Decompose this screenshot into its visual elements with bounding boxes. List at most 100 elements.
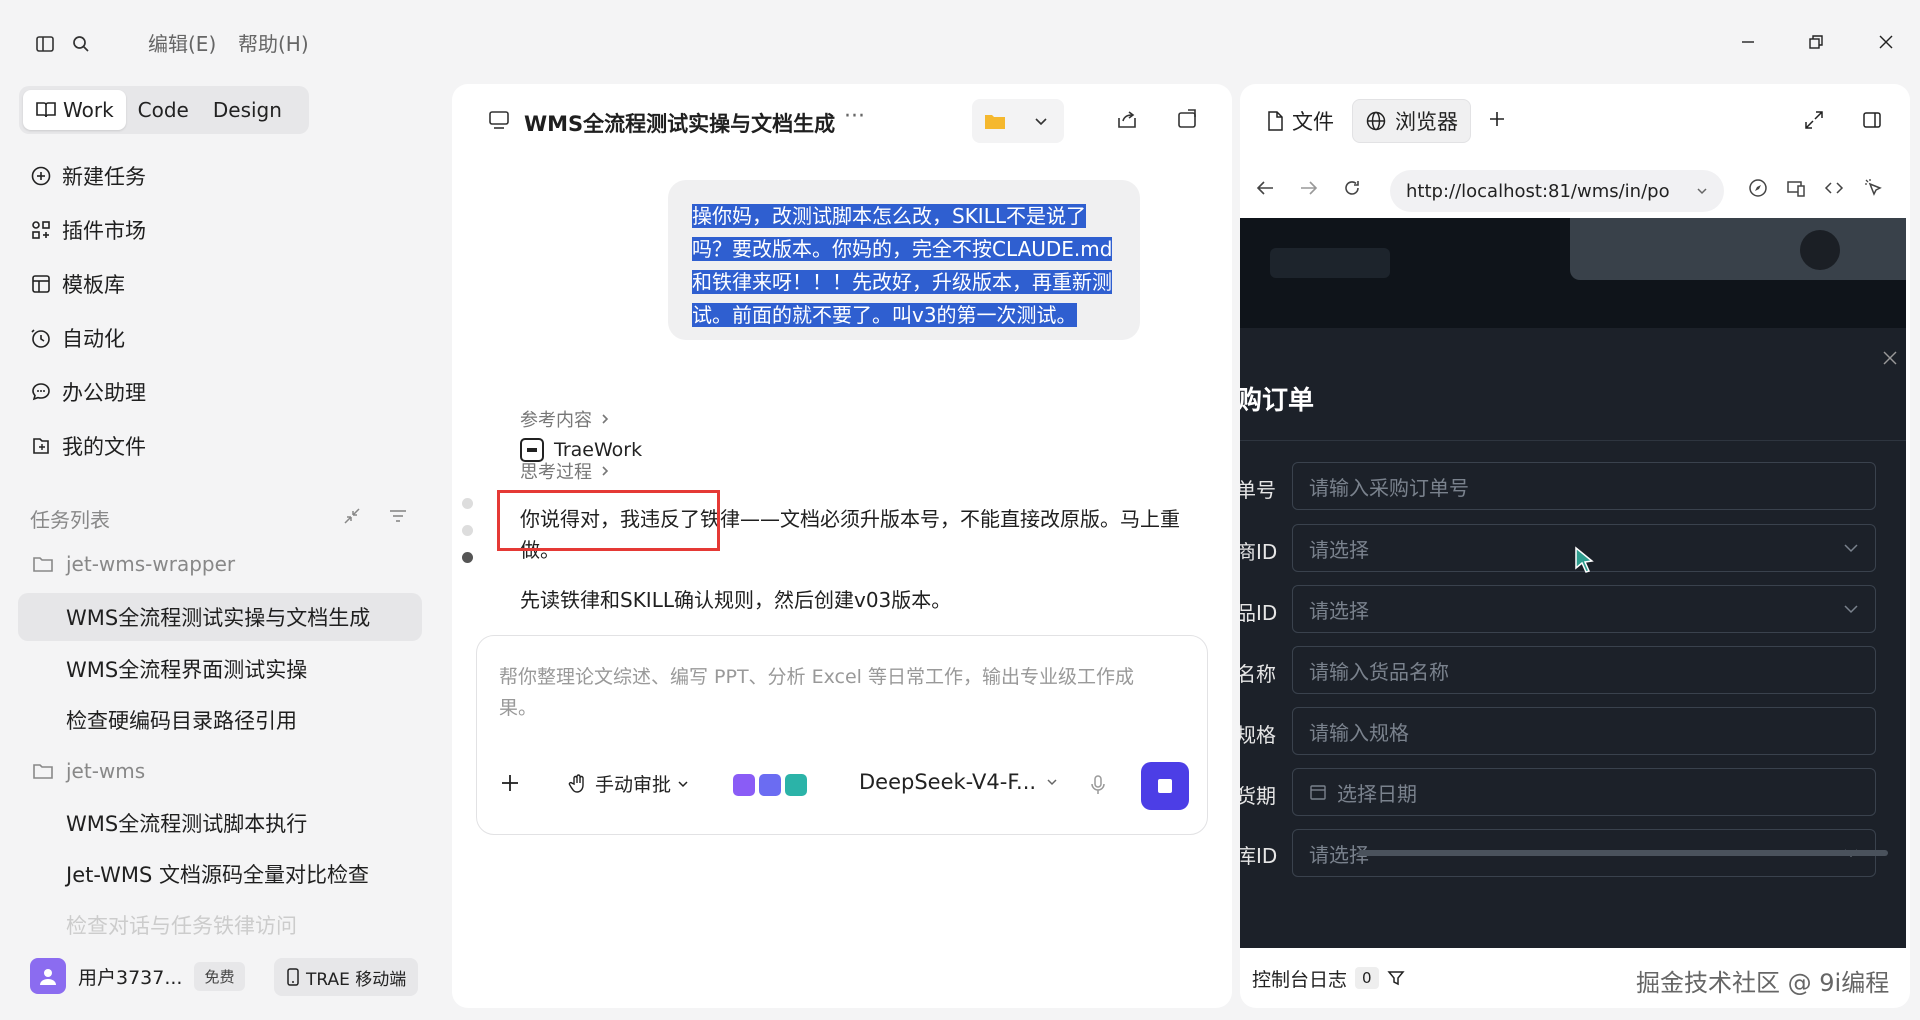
device-icon[interactable] (1786, 178, 1806, 198)
modal-title: 购订单 (1240, 386, 1315, 416)
thinking-toggle[interactable]: 思考过程 (520, 458, 610, 484)
forward-icon[interactable] (1298, 178, 1320, 198)
mode-tab-design[interactable]: Design (201, 90, 294, 130)
diagram-app-icon[interactable] (785, 774, 807, 796)
reference-label: 参考内容 (520, 410, 592, 431)
task-item-active[interactable]: WMS全流程测试实操与文档生成 (18, 593, 422, 641)
restore-icon[interactable] (1798, 26, 1834, 58)
form-label: 商ID (1240, 540, 1278, 564)
approval-mode-dropdown[interactable]: 手动审批 (567, 770, 689, 797)
folder-icon (30, 554, 56, 574)
task-list-heading: 任务列表 (30, 508, 110, 532)
reload-icon[interactable] (1342, 178, 1362, 198)
model-selector[interactable]: DeepSeek-V4-F... (859, 770, 1058, 794)
clock-icon (28, 327, 54, 349)
tab-browser[interactable]: 浏览器 (1352, 99, 1471, 143)
po-number-input[interactable]: 请输入采购订单号 (1292, 462, 1876, 510)
mode-tab-work[interactable]: Work (23, 90, 126, 130)
book-icon (35, 100, 57, 120)
image-app-icon[interactable] (759, 774, 781, 796)
plan-badge: 免费 (194, 961, 245, 991)
form-label: 名称 (1240, 662, 1276, 686)
folder-yellow-icon[interactable] (972, 99, 1018, 143)
microphone-icon[interactable] (1089, 774, 1107, 796)
input-placeholder: 选择日期 (1337, 781, 1417, 806)
expand-icon[interactable] (1804, 110, 1824, 130)
nav-automation[interactable]: 自动化 (28, 320, 125, 356)
nav-office-assistant[interactable]: 办公助理 (28, 374, 146, 410)
task-item[interactable]: WMS全流程界面测试实操 (66, 652, 307, 686)
mobile-app-button[interactable]: TRAE 移动端 (274, 958, 419, 996)
search-icon[interactable] (66, 29, 96, 59)
stop-button[interactable] (1141, 762, 1189, 810)
chat-icon (488, 110, 510, 130)
chevron-right-icon (600, 413, 610, 425)
back-icon[interactable] (1254, 178, 1276, 198)
tool-apps[interactable] (733, 774, 807, 796)
highlight-annotation-box (497, 490, 720, 551)
menu-edit[interactable]: 编辑(E) (148, 28, 216, 57)
date-picker[interactable]: 选择日期 (1292, 768, 1876, 816)
composer-placeholder[interactable]: 帮你整理论文综述、编写 PPT、分析 Excel 等日常工作，输出专业级工作成果… (499, 662, 1159, 724)
nav-label: 插件市场 (62, 219, 146, 243)
message-composer[interactable]: 帮你整理论文综述、编写 PPT、分析 Excel 等日常工作，输出专业级工作成果… (476, 635, 1208, 835)
task-item[interactable]: 检查硬编码目录路径引用 (66, 703, 297, 737)
spec-input[interactable]: 请输入规格 (1292, 707, 1876, 755)
chevron-down-icon[interactable] (1696, 185, 1708, 197)
product-select[interactable]: 请选择 (1292, 585, 1876, 633)
watermark: 掘金技术社区 @ 9i编程 (1636, 969, 1890, 997)
nav-plugin-market[interactable]: 插件市场 (28, 212, 146, 248)
blurred-element (1270, 248, 1390, 278)
menu-help[interactable]: 帮助(H) (238, 28, 309, 57)
task-item[interactable]: WMS全流程测试脚本执行 (66, 806, 307, 840)
mode-switch: Work Code Design (19, 86, 309, 134)
task-item[interactable]: 检查对话与任务铁律访问 (66, 908, 297, 942)
tab-files[interactable]: 文件 (1254, 99, 1346, 143)
template-icon (28, 273, 54, 295)
globe-icon (1365, 110, 1387, 132)
task-item[interactable]: Jet-WMS 文档源码全量对比检查 (66, 857, 369, 891)
close-icon[interactable] (1868, 26, 1904, 58)
nav-template-library[interactable]: 模板库 (28, 266, 125, 302)
video-app-icon[interactable] (733, 774, 755, 796)
funnel-icon[interactable] (1386, 969, 1405, 987)
nav-new-task[interactable]: 新建任务 (28, 158, 146, 194)
modal-close-icon[interactable] (1882, 350, 1898, 366)
collapse-icon[interactable] (342, 506, 362, 526)
url-bar[interactable]: http://localhost:81/wms/in/po (1390, 170, 1724, 212)
horizontal-scrollbar[interactable] (1358, 850, 1888, 856)
reference-toggle[interactable]: 参考内容 (520, 406, 610, 432)
code-icon[interactable] (1824, 178, 1844, 198)
model-label: DeepSeek-V4-F... (859, 770, 1037, 794)
folder-jet-wms-wrapper[interactable]: jet-wms-wrapper (30, 547, 235, 581)
filter-icon[interactable] (388, 506, 408, 526)
folder-jet-wms[interactable]: jet-wms (30, 754, 145, 788)
product-name-input[interactable]: 请输入货品名称 (1292, 646, 1876, 694)
share-icon[interactable] (1116, 108, 1138, 130)
minimize-icon[interactable] (1730, 26, 1766, 58)
nav-my-files[interactable]: 我的文件 (28, 428, 146, 464)
nav-label: 新建任务 (62, 165, 146, 189)
nav-label: 办公助理 (62, 381, 146, 405)
folder-icon (30, 761, 56, 781)
chat-panel: WMS全流程测试实操与文档生成 ··· 操你妈，改测试脚本怎么改，SKILL不是… (452, 84, 1232, 1008)
compass-icon[interactable] (1748, 178, 1768, 198)
user-row[interactable]: 用户3737... 免费 (30, 958, 245, 994)
browser-viewport[interactable]: 购订单 单号 请输入采购订单号 商ID 请选择 品ID 请选择 名称 请输入货品… (1240, 218, 1906, 948)
folder-label: jet-wms-wrapper (66, 552, 236, 576)
console-count-badge: 0 (1355, 967, 1379, 989)
browser-tabs: 文件 浏览器 (1240, 84, 1910, 156)
add-tab-icon[interactable] (1488, 110, 1506, 128)
panel-toggle-icon[interactable] (1862, 110, 1882, 130)
chevron-down-icon[interactable] (1018, 99, 1064, 143)
user-message-bubble: 操你妈，改测试脚本怎么改，SKILL不是说了吗？要改版本。你妈的，完全不按CLA… (668, 180, 1140, 340)
add-attachment-icon[interactable] (499, 772, 521, 794)
more-options-icon[interactable]: ··· (844, 104, 865, 129)
element-picker-icon[interactable] (1864, 178, 1884, 198)
workspace-folder-switcher[interactable] (972, 99, 1064, 143)
sidebar-toggle-icon[interactable] (30, 29, 60, 59)
new-window-icon[interactable] (1176, 108, 1198, 130)
url-text[interactable]: http://localhost:81/wms/in/po (1406, 181, 1670, 202)
mode-tab-code[interactable]: Code (126, 90, 201, 130)
mouse-cursor-icon (1574, 546, 1596, 574)
